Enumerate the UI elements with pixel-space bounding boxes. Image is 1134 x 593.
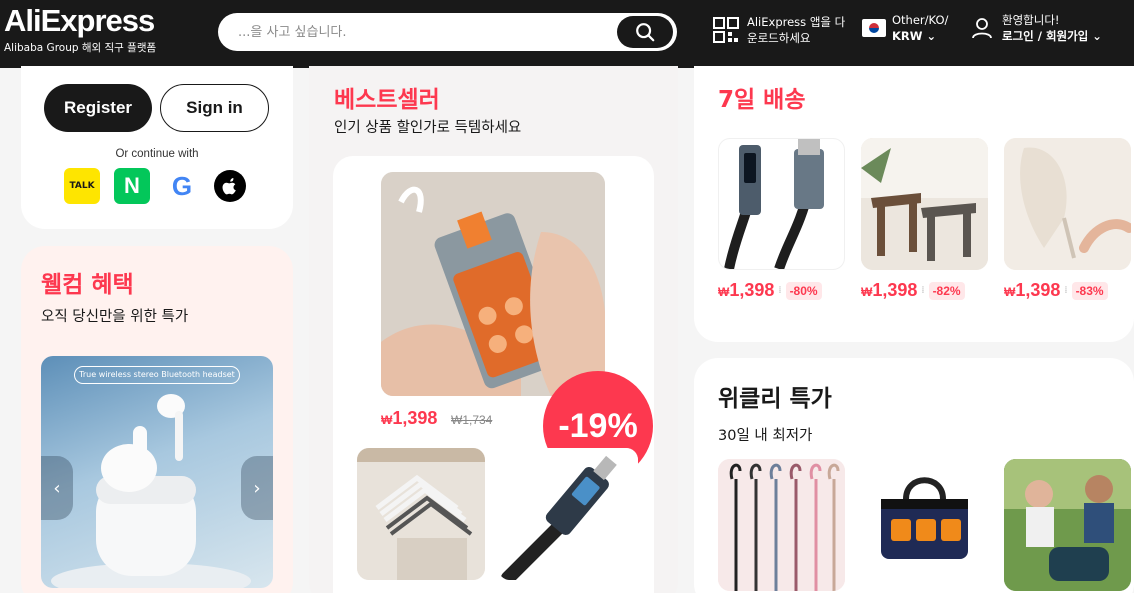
- welcome-text: 환영합니다!: [1002, 13, 1060, 27]
- usb-cable-image: [498, 448, 638, 580]
- weekly-product-image[interactable]: [861, 459, 988, 591]
- seven-day-delivery-card: 7일 배송 ₩1,398 ⁞ -80% ₩1,398 ⁞ -82% ₩1,398…: [694, 66, 1134, 342]
- aliexpress-logo[interactable]: AliExpress Alibaba Group 해외 직구 플랫폼: [4, 4, 156, 56]
- delivery-title: 7일 배송: [718, 87, 806, 113]
- app-download-link[interactable]: AliExpress 앱을 다 운로드하세요: [713, 14, 857, 46]
- delivery-product-price: ₩1,398 ⁞ -83%: [1004, 280, 1108, 301]
- region-selector[interactable]: Other/KO/ KRW ⌄: [862, 12, 948, 44]
- currency-symbol: ₩: [381, 413, 393, 427]
- naver-login-icon[interactable]: N: [114, 168, 150, 204]
- search-icon: [636, 23, 655, 42]
- welcome-subtitle: 오직 당신만을 위한 특가: [41, 309, 189, 325]
- bestseller-title: 베스트셀러: [334, 87, 440, 113]
- hanger-image: [357, 448, 485, 580]
- weekly-product-image[interactable]: [718, 459, 845, 591]
- dental-floss-image: [381, 172, 605, 396]
- weekly-product-image[interactable]: [1004, 459, 1131, 591]
- earbuds-image: [51, 394, 251, 588]
- chevron-down-icon: ⌄: [1092, 29, 1102, 43]
- carousel-prev-button[interactable]: ‹: [41, 456, 73, 520]
- price-value: 1,398: [1015, 280, 1061, 300]
- korea-flag-icon: [862, 19, 886, 37]
- google-login-icon[interactable]: G: [164, 168, 200, 204]
- chevron-right-icon: ›: [253, 477, 261, 499]
- currency-symbol: ₩: [1004, 285, 1016, 299]
- discount-badge: -82%: [928, 281, 965, 300]
- weekly-subtitle: 30일 내 최저가: [718, 428, 813, 444]
- bestseller-subtitle: 인기 상품 할인가로 득템하세요: [334, 120, 522, 136]
- cable-product-image[interactable]: [498, 448, 638, 580]
- account-menu[interactable]: 환영합니다! 로그인 / 회원가입 ⌄: [970, 12, 1102, 44]
- user-icon: [972, 18, 992, 39]
- umbrellas-image: [718, 459, 845, 591]
- price-value: 1,398: [729, 280, 775, 300]
- discount-badge: -83%: [1071, 281, 1108, 300]
- signin-button[interactable]: Sign in: [160, 84, 269, 132]
- search-bar: [218, 13, 677, 51]
- bestseller-price: ₩1,398: [381, 408, 437, 429]
- delivery-product-image[interactable]: [1004, 138, 1131, 270]
- floss-product-image[interactable]: [381, 172, 605, 396]
- continue-with-label: Or continue with: [115, 148, 199, 160]
- umbrella-image: [1004, 138, 1131, 270]
- qr-code-icon: [713, 17, 739, 43]
- hanger-product-image[interactable]: [357, 448, 485, 580]
- welcome-title: 웰컴 혜택: [41, 272, 134, 298]
- top-header: AliExpress Alibaba Group 해외 직구 플랫폼 AliEx…: [0, 0, 1134, 68]
- separator-icon: ⁞: [778, 285, 782, 296]
- currency-symbol: ₩: [718, 285, 730, 299]
- app-download-text-1: AliExpress 앱을 다: [747, 15, 846, 29]
- delivery-product-price: ₩1,398 ⁞ -82%: [861, 280, 965, 301]
- tool-bag-image: [881, 477, 968, 559]
- delivery-product-image[interactable]: [718, 138, 845, 270]
- currency-text: KRW: [892, 29, 923, 43]
- price-value: 1,398: [872, 280, 918, 300]
- apple-login-icon[interactable]: [214, 170, 246, 202]
- register-button[interactable]: Register: [44, 84, 152, 132]
- camping-stool-image: [1004, 459, 1131, 591]
- bestseller-product-panel: ₩1,398 ₩1,734 -19%: [333, 156, 654, 593]
- weekly-title: 위클리 특가: [718, 386, 832, 412]
- currency-symbol: ₩: [861, 285, 873, 299]
- weekly-deals-card: 위클리 특가 30일 내 최저가: [694, 358, 1134, 593]
- separator-icon: ⁞: [921, 285, 925, 296]
- region-text: Other/KO/: [892, 13, 949, 27]
- usb-cable-image: [724, 139, 824, 269]
- search-input[interactable]: [238, 13, 618, 51]
- search-button[interactable]: [617, 16, 673, 48]
- price-value: 1,398: [392, 408, 438, 428]
- chevron-left-icon: ‹: [53, 477, 61, 499]
- earbuds-banner-image[interactable]: True wireless stereo Bluetooth headset ‹…: [41, 356, 273, 588]
- delivery-product-image[interactable]: [861, 138, 988, 270]
- kakao-label: TALK: [69, 181, 95, 191]
- carousel-next-button[interactable]: ›: [241, 456, 273, 520]
- original-price: ₩1,734: [451, 413, 493, 427]
- kakao-login-icon[interactable]: TALK: [64, 168, 100, 204]
- google-label: G: [171, 170, 193, 201]
- discount-badge: -80%: [785, 281, 822, 300]
- logo-subtitle: Alibaba Group 해외 직구 플랫폼: [4, 42, 157, 54]
- apple-icon: [222, 178, 236, 195]
- stool-image: [861, 138, 988, 270]
- logo-text: AliExpress: [4, 3, 155, 38]
- app-download-text-2: 운로드하세요: [747, 31, 811, 45]
- welcome-benefit-card[interactable]: 웰컴 혜택 오직 당신만을 위한 특가 True wireless stereo…: [21, 246, 293, 593]
- delivery-product-price: ₩1,398 ⁞ -80%: [718, 280, 822, 301]
- login-card: Register Sign in Or continue with TALK N…: [21, 66, 293, 229]
- bestseller-card: 베스트셀러 인기 상품 할인가로 득템하세요 ₩1,398 ₩1,734 -19…: [309, 66, 678, 593]
- separator-icon: ⁞: [1064, 285, 1068, 296]
- login-signup-text: 로그인 / 회원가입: [1002, 29, 1089, 43]
- chevron-down-icon: ⌄: [926, 29, 937, 43]
- naver-label: N: [124, 173, 140, 198]
